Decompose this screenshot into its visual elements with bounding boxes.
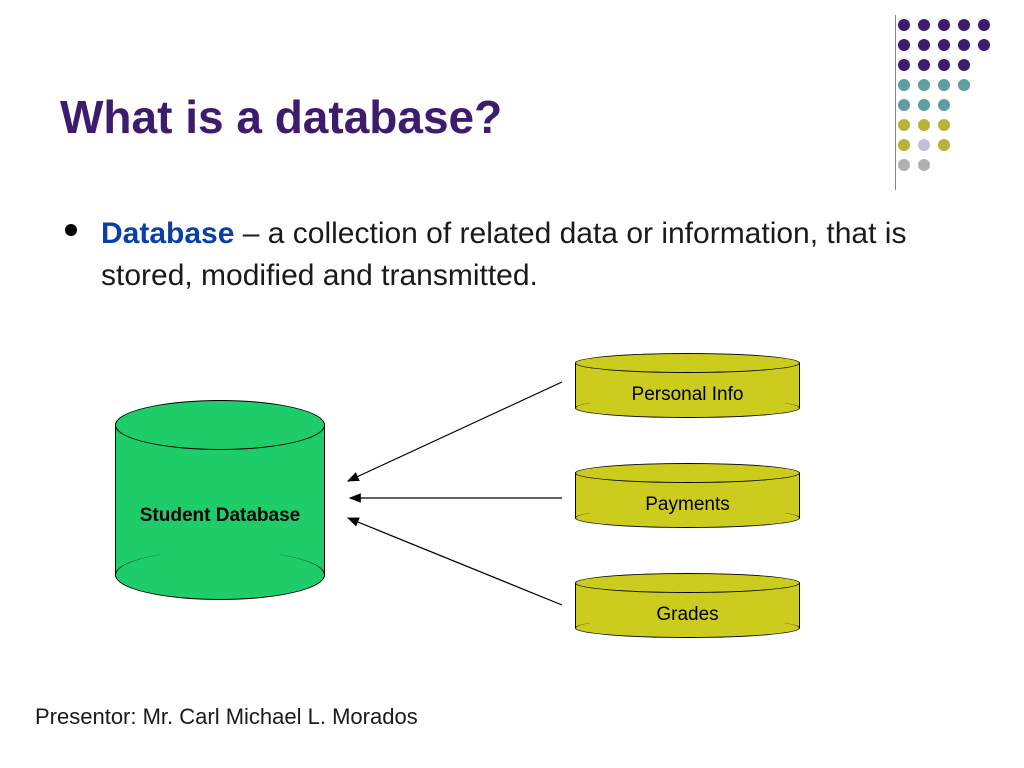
- bullet-keyword: Database: [101, 217, 234, 250]
- main-database-cylinder: Student Database: [115, 400, 325, 600]
- slide-title: What is a database?: [60, 90, 502, 144]
- bullet-dot-icon: [65, 224, 77, 236]
- sub-cylinder-grades: Grades: [575, 573, 800, 638]
- decorative-dots: [894, 15, 1004, 185]
- bullet-item: Database – a collection of related data …: [65, 213, 954, 297]
- sub-cylinder-personal-info: Personal Info: [575, 353, 800, 418]
- presenter-label: Presentor: Mr. Carl Michael L. Morados: [35, 704, 418, 730]
- sub-cylinder-payments: Payments: [575, 463, 800, 528]
- sub-cylinder-label: Grades: [575, 604, 800, 626]
- sub-cylinder-label: Payments: [575, 494, 800, 516]
- bullet-text: Database – a collection of related data …: [101, 213, 954, 297]
- sub-cylinder-label: Personal Info: [575, 384, 800, 406]
- main-database-label: Student Database: [115, 505, 325, 527]
